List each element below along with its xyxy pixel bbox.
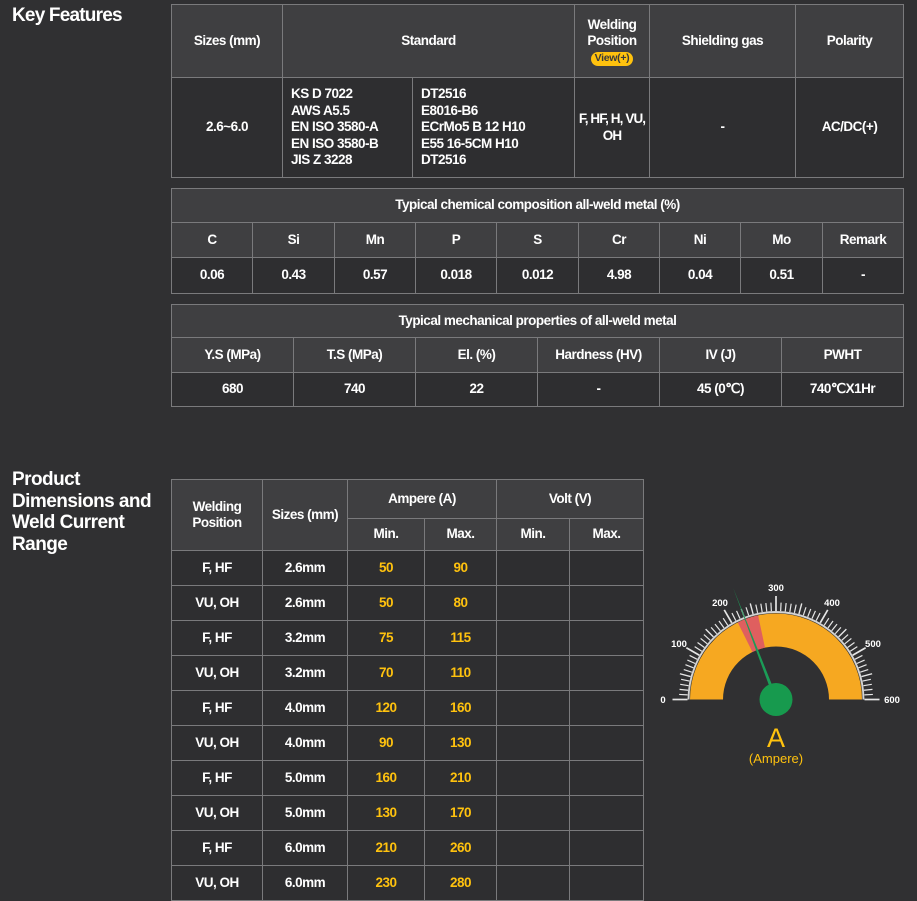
svg-text:300: 300 (768, 583, 784, 594)
svg-text:600: 600 (884, 695, 900, 706)
svg-text:400: 400 (824, 598, 840, 609)
svg-text:500: 500 (865, 639, 881, 650)
svg-text:200: 200 (712, 598, 728, 609)
svg-text:100: 100 (671, 639, 687, 650)
svg-text:0: 0 (660, 695, 665, 706)
